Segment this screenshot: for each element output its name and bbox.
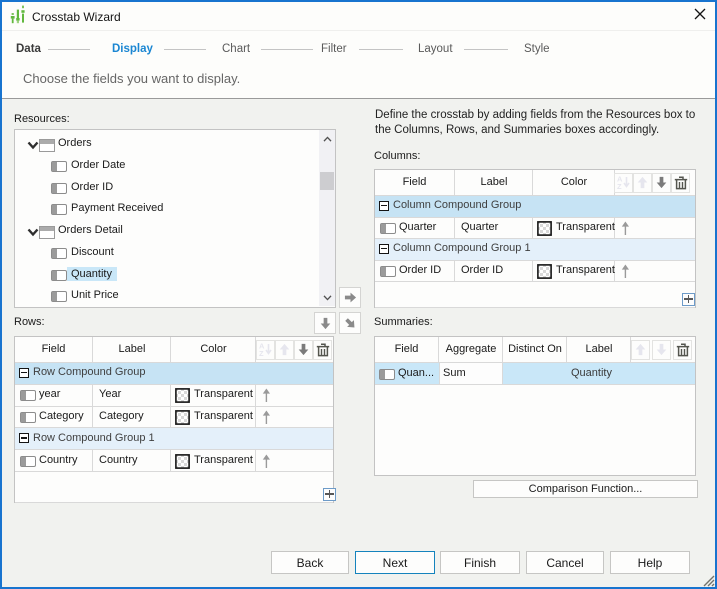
- svg-text:Z: Z: [259, 349, 264, 357]
- svg-text:Z: Z: [617, 182, 622, 190]
